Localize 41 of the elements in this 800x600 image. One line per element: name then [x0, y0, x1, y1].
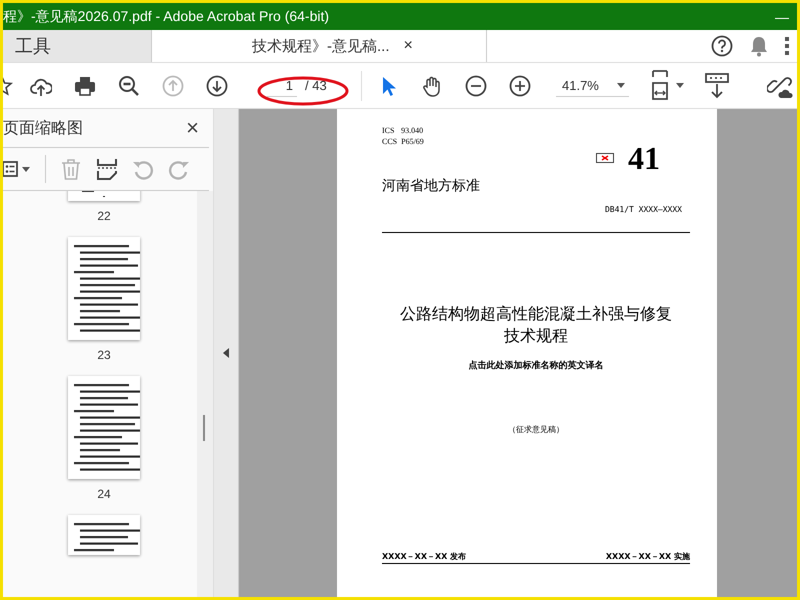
effective-date: XXXX－XX－XX 实施 — [606, 551, 690, 562]
ccs-label: CCS — [382, 136, 398, 147]
tab[interactable]: 工具 — [3, 30, 152, 62]
page-total: / 43 — [305, 78, 328, 93]
insert-page-icon[interactable] — [96, 158, 118, 180]
next-page-icon[interactable] — [206, 74, 228, 96]
english-title: 点击此处添加标准名称的英文译名 — [468, 359, 604, 372]
tab-close-button[interactable]: × — [404, 37, 413, 55]
zoom-search-icon[interactable] — [118, 74, 140, 96]
options-menu-icon[interactable] — [3, 160, 31, 178]
page-number-label: 22 — [97, 209, 111, 223]
broken-image-icon — [596, 153, 614, 163]
help-icon[interactable] — [711, 35, 733, 57]
page-number-label: 23 — [97, 348, 111, 362]
draft-stage: （征求意见稿） — [507, 424, 565, 435]
ics-code: 93.040 — [401, 125, 424, 136]
panel-title: 页面缩略图 — [3, 118, 83, 138]
collapse-arrow-icon[interactable] — [223, 348, 229, 358]
print-icon[interactable] — [74, 74, 96, 96]
hand-icon[interactable] — [421, 74, 443, 96]
zoom-in-icon[interactable] — [509, 74, 531, 96]
caret-icon — [616, 82, 625, 88]
standard-number: 41 — [628, 141, 660, 175]
page-number-label: 24 — [97, 487, 111, 501]
zoom-dropdown[interactable]: 41.7% — [556, 74, 629, 96]
standard-code: DB41/T XXXX—XXXX — [604, 205, 683, 214]
page-thumbnail[interactable] — [68, 376, 140, 479]
page-thumbnail[interactable] — [68, 237, 140, 340]
zoom-out-icon[interactable] — [465, 74, 487, 96]
page-thumbnail[interactable] — [68, 515, 140, 555]
scroll-mode-icon[interactable] — [704, 72, 729, 98]
standard-authority: 河南省地方标准 — [382, 177, 481, 195]
document-title: 公路结构物超高性能混凝土补强与修复 技术规程 — [399, 303, 673, 347]
minimize-button[interactable]: — — [775, 8, 789, 24]
ccs-code: P65/69 — [401, 136, 424, 147]
window-title: 程》-意见稿2026.07.pdf - Adobe Acrobat Pro (64-bit) — [3, 8, 330, 26]
bell-icon[interactable] — [749, 35, 769, 57]
ics-label: ICS — [382, 125, 396, 136]
issue-date: XXXX－XX－XX 发布 — [382, 551, 466, 562]
scrollbar[interactable] — [197, 191, 213, 597]
panel-close-button[interactable]: × — [186, 115, 199, 141]
